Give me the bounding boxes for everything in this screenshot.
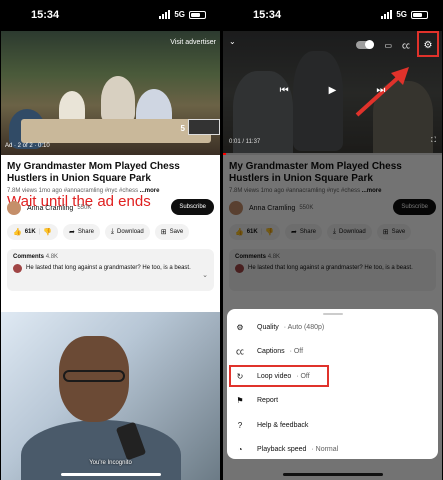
incognito-label: You're Incognito <box>89 460 132 466</box>
visit-advertiser-link[interactable]: Visit advertiser <box>170 39 216 46</box>
thumbs-down-icon[interactable]: 👎 <box>43 228 52 236</box>
clock-right: 15:34 <box>253 9 282 21</box>
video-info: My Grandmaster Mom Played Chess Hustlers… <box>1 155 220 295</box>
settings-item-loop-video[interactable]: ↻ Loop video · Off <box>227 364 438 389</box>
clock: 15:34 <box>31 9 60 21</box>
settings-sheet: ⚙ Quality · Auto (480p) ㏄ Captions · Off ↻ Lo… <box>227 309 438 459</box>
settings-item-label: Report <box>257 397 279 405</box>
fullscreen-icon[interactable]: ⛶ <box>431 137 436 145</box>
cast-icon[interactable]: ▭ <box>384 41 392 50</box>
commenter-avatar <box>13 264 22 273</box>
home-indicator-right[interactable] <box>283 473 383 476</box>
gear-icon: ⚙ <box>236 322 244 332</box>
settings-item-quality[interactable]: ⚙ Quality · Auto (480p) <box>227 315 438 340</box>
next-icon[interactable]: ⏭ <box>376 85 385 96</box>
captions-icon[interactable]: ㏄ <box>402 40 410 51</box>
right-screen: 15:34 5G ⌄ ▭ ㏄ ⚙ ⏮ ▶ ⏭ 0:01 / 11:37 ⛶ ⚙ … <box>223 0 442 480</box>
ad-thumbnail[interactable] <box>188 119 220 135</box>
video-title[interactable]: My Grandmaster Mom Played Chess Hustlers… <box>1 155 220 185</box>
comments-header: Comments 4.8K <box>13 254 59 260</box>
home-indicator[interactable] <box>61 473 161 476</box>
incognito-promo: You're Incognito <box>1 312 220 480</box>
action-bar: 👍 61K | 👎 ➦ Share ⤓ Download ⊞ Save <box>1 219 220 245</box>
settings-item-value: · Normal <box>309 446 339 454</box>
ad-video-frame <box>1 31 220 155</box>
subscriber-count: 550K <box>77 205 92 211</box>
settings-item-report[interactable]: ⚑ Report <box>227 389 438 414</box>
share-icon: ➦ <box>69 229 75 236</box>
playback-time: 0:01 / 11:37 <box>229 139 261 145</box>
collapse-chevron-icon[interactable]: ⌄ <box>229 37 236 46</box>
video-player[interactable]: ⌄ ▭ ㏄ ⚙ ⏮ ▶ ⏭ 0:01 / 11:37 ⛶ <box>223 31 442 155</box>
top-comment: He lasted that long against a grandmaste… <box>26 265 191 271</box>
left-screen: 15:34 5G Visit advertiser 5 Ad · 2 of 2 … <box>1 0 220 480</box>
save-icon: ⊞ <box>160 229 167 236</box>
settings-item-playback-speed[interactable]: ◔ Playback speed · Normal <box>227 438 438 463</box>
channel-name[interactable]: Anna Cramling <box>27 205 73 212</box>
settings-item-label: Quality <box>257 323 279 331</box>
signal-icon <box>381 10 393 19</box>
thumbs-up-icon: 👍 <box>13 229 22 236</box>
cc-icon: ㏄ <box>236 347 244 357</box>
subscribe-button[interactable]: Subscribe <box>171 199 214 215</box>
battery-icon <box>411 10 428 19</box>
settings-item-label: Captions <box>257 348 285 356</box>
status-bar-right: 15:34 5G <box>223 0 442 31</box>
channel-avatar[interactable] <box>7 201 21 215</box>
channel-row[interactable]: Anna Cramling 550K Subscribe <box>1 197 220 219</box>
network-label-right: 5G <box>396 10 407 19</box>
settings-item-label: Playback speed <box>257 446 307 454</box>
previous-icon[interactable]: ⏮ <box>280 85 289 96</box>
save-button[interactable]: ⊞ Save <box>154 224 190 240</box>
like-button[interactable]: 👍 61K | 👎 <box>7 224 59 240</box>
settings-item-captions[interactable]: ㏄ Captions · Off <box>227 340 438 365</box>
share-button[interactable]: ➦ Share <box>63 224 100 240</box>
skip-countdown: 5 <box>180 124 185 133</box>
status-bar: 15:34 5G <box>1 0 220 31</box>
signal-icon <box>159 10 171 19</box>
comments-panel[interactable]: Comments 4.8K He lasted that long agains… <box>7 249 214 291</box>
settings-item-help-feedback[interactable]: ? Help & feedback <box>227 413 438 438</box>
settings-highlight-box <box>417 31 439 57</box>
ad-label: Ad · 2 of 2 · 0:10 <box>5 143 50 149</box>
loop-video-highlight-box <box>229 365 329 387</box>
download-icon: ⤓ <box>110 228 115 235</box>
speed-icon: ◔ <box>237 445 243 455</box>
settings-item-value: · Off <box>287 348 304 356</box>
play-icon[interactable]: ▶ <box>329 85 337 96</box>
settings-item-label: Help & feedback <box>257 421 309 429</box>
settings-item-value: · Auto (480p) <box>281 323 325 331</box>
ad-video-player[interactable]: Visit advertiser 5 Ad · 2 of 2 · 0:10 <box>1 31 220 155</box>
autoplay-toggle[interactable] <box>356 40 375 49</box>
network-label: 5G <box>174 10 185 19</box>
flag-icon: ⚑ <box>236 396 244 406</box>
battery-icon <box>189 10 206 19</box>
help-icon: ? <box>237 420 243 430</box>
expand-chevron-icon[interactable]: ⌄ <box>202 271 208 279</box>
download-button[interactable]: ⤓ Download <box>104 224 150 240</box>
